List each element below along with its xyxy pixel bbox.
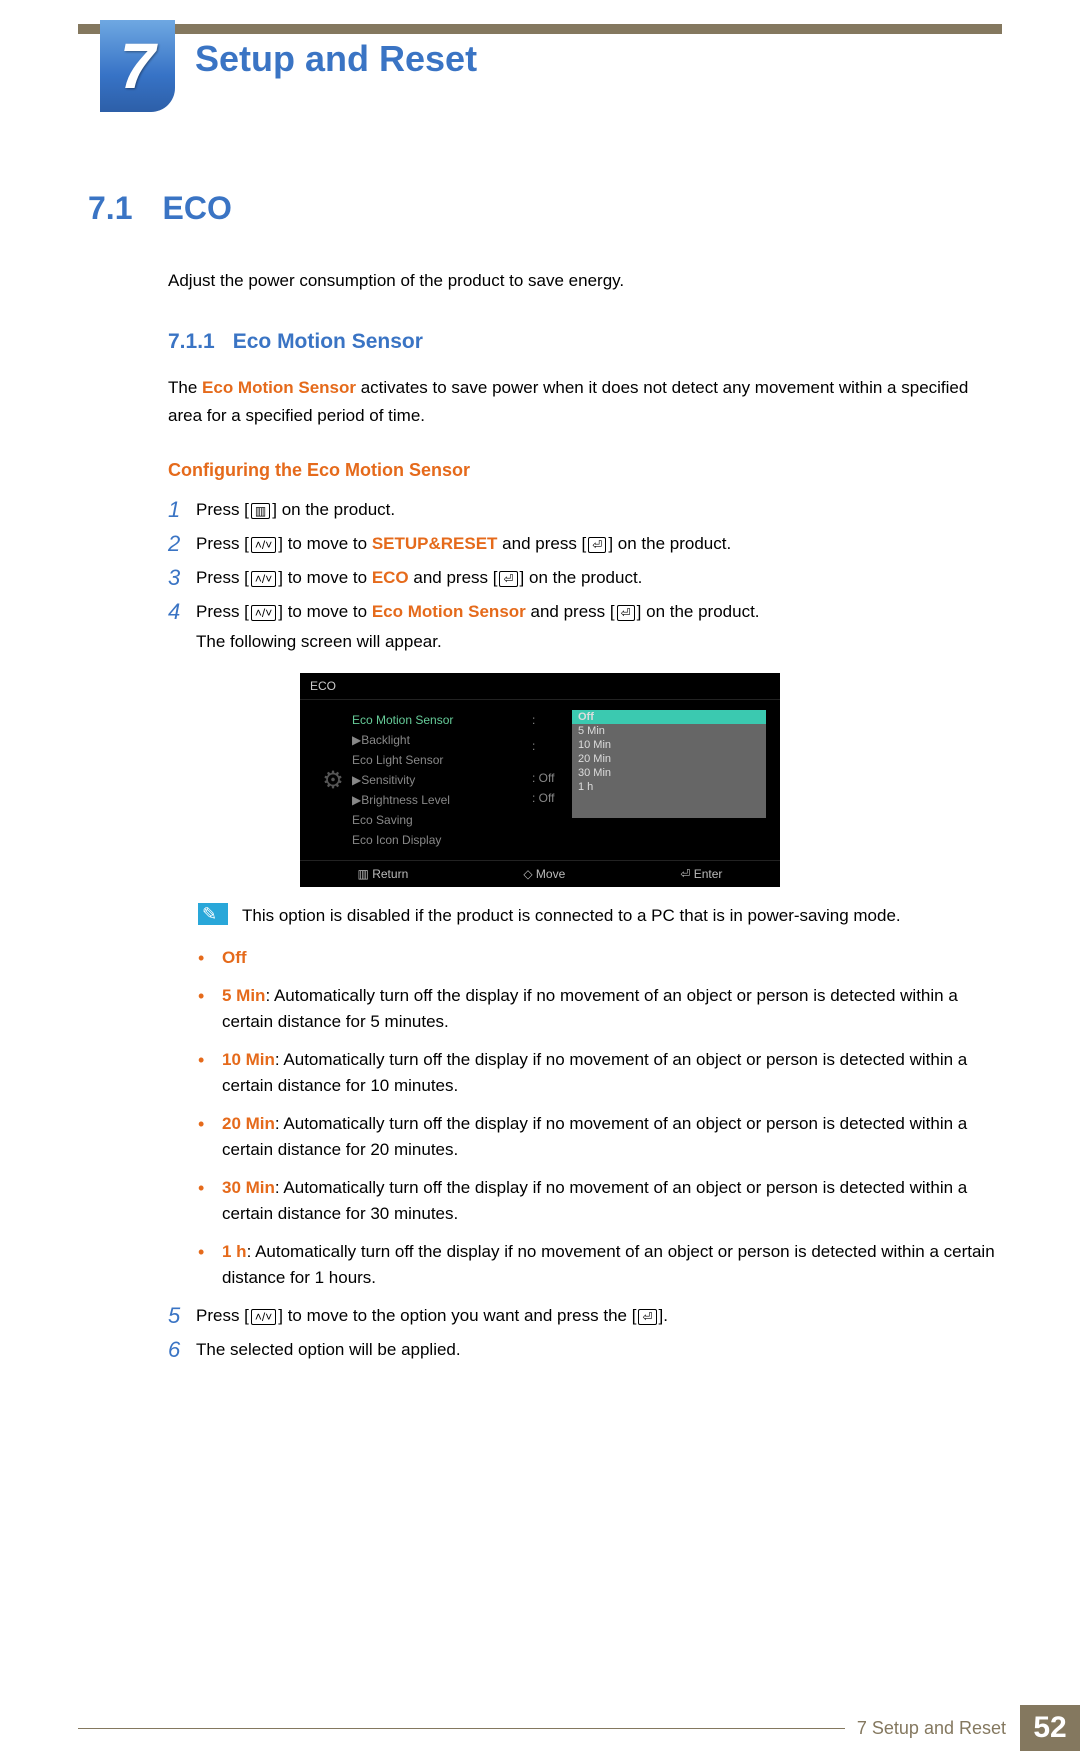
updown-icon: ˄/˅ (251, 1309, 276, 1325)
gear-icon: ⚙ (314, 710, 352, 850)
section-title: ECO (162, 190, 231, 226)
page-footer: 7 Setup and Reset 52 (0, 1705, 1080, 1751)
option-list: Off 5 Min: Automatically turn off the di… (198, 939, 1002, 1297)
option-30min: 30 Min: Automatically turn off the displ… (198, 1169, 1002, 1233)
note: This option is disabled if the product i… (198, 903, 1002, 929)
subsection-title: Eco Motion Sensor (233, 330, 423, 353)
enter-icon: ⏎ (499, 571, 517, 587)
osd-title: ECO (300, 673, 780, 700)
header-bar (78, 24, 1002, 34)
note-text: This option is disabled if the product i… (242, 903, 901, 929)
section-number: 7.1 (88, 190, 132, 226)
subsection-description: The Eco Motion Sensor activates to save … (168, 374, 1002, 430)
enter-icon: ⏎ (588, 537, 606, 553)
option-5min: 5 Min: Automatically turn off the displa… (198, 977, 1002, 1041)
option-1h: 1 h: Automatically turn off the display … (198, 1233, 1002, 1297)
updown-icon: ˄/˅ (251, 605, 276, 621)
option-off: Off (198, 939, 1002, 977)
enter-icon: ⏎ (638, 1309, 656, 1325)
step-3: 3 Press [˄/˅] to move to ECO and press [… (168, 563, 1002, 593)
step-6: 6 The selected option will be applied. (168, 1335, 1002, 1365)
chapter-number-tab: 7 (100, 20, 175, 112)
step-2: 2 Press [˄/˅] to move to SETUP&RESET and… (168, 529, 1002, 559)
osd-dropdown: Off 5 Min 10 Min 20 Min 30 Min 1 h (572, 710, 766, 818)
option-10min: 10 Min: Automatically turn off the displ… (198, 1041, 1002, 1105)
footer-text: 7 Setup and Reset (857, 1718, 1006, 1739)
section-intro: Adjust the power consumption of the prod… (168, 267, 1002, 295)
enter-icon: ⏎ (617, 605, 635, 621)
osd-values: : : : Off : Off (532, 710, 572, 850)
option-20min: 20 Min: Automatically turn off the displ… (198, 1105, 1002, 1169)
page-number: 52 (1020, 1705, 1080, 1751)
step-list-2: 5 Press [˄/˅] to move to the option you … (168, 1301, 1002, 1365)
updown-icon: ˄/˅ (251, 571, 276, 587)
step-list: 1 Press [▥] on the product. 2 Press [˄/˅… (168, 495, 1002, 657)
updown-icon: ˄/˅ (251, 537, 276, 553)
menu-icon: ▥ (251, 503, 270, 519)
step-5: 5 Press [˄/˅] to move to the option you … (168, 1301, 1002, 1331)
section-heading: 7.1 ECO (88, 190, 1002, 227)
note-icon (198, 903, 228, 925)
osd-footer: ▥ Return ◇ Move ⏎ Enter (300, 860, 780, 887)
config-heading: Configuring the Eco Motion Sensor (168, 460, 1002, 481)
osd-screenshot: ECO ⚙ Eco Motion Sensor ▶Backlight Eco L… (300, 673, 780, 887)
chapter-title: Setup and Reset (195, 38, 477, 80)
subsection-heading: 7.1.1 Eco Motion Sensor (168, 330, 1002, 354)
step-4: 4 Press [˄/˅] to move to Eco Motion Sens… (168, 597, 1002, 657)
osd-menu: Eco Motion Sensor ▶Backlight Eco Light S… (352, 710, 532, 850)
step-1: 1 Press [▥] on the product. (168, 495, 1002, 525)
subsection-number: 7.1.1 (168, 330, 215, 353)
